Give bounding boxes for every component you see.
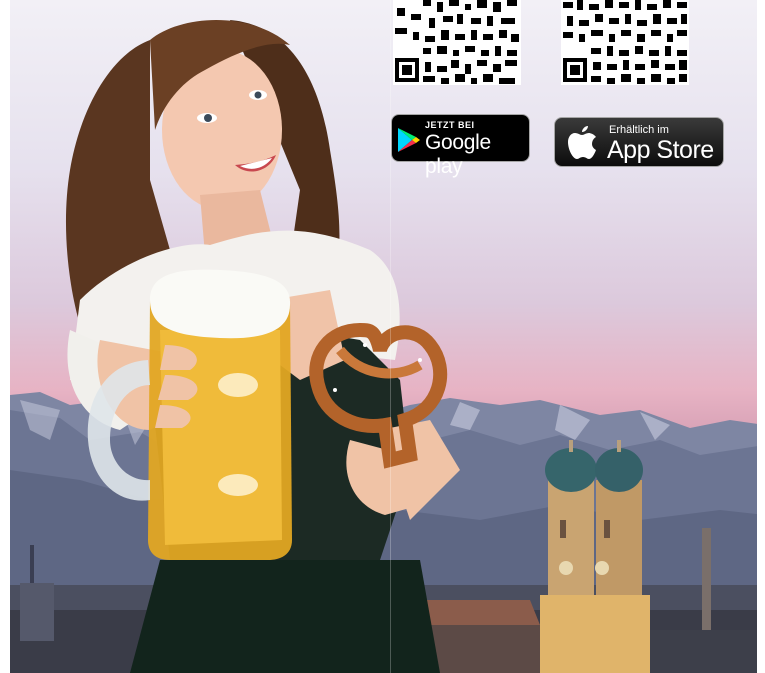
- right-margin: [757, 0, 765, 673]
- qr-code-google-play: [393, 0, 521, 85]
- app-store-label: App Store: [607, 136, 714, 164]
- qr-code-app-store: [561, 0, 689, 85]
- google-play-icon: [398, 128, 420, 157]
- left-margin: [0, 0, 10, 673]
- app-store-badge[interactable]: Erhältlich im App Store: [554, 117, 724, 167]
- google-play-label: Google play: [425, 131, 491, 178]
- apple-icon: [568, 126, 598, 165]
- fold-line: [390, 0, 391, 673]
- app-store-caption: Erhältlich im: [609, 124, 669, 136]
- google-play-caption: JETZT BEI: [425, 120, 475, 130]
- google-play-badge[interactable]: JETZT BEI Google play: [391, 114, 530, 178]
- advert-page: JETZT BEI Google play Erhältlich im App …: [0, 0, 765, 673]
- woman-with-beer-and-pretzel: [65, 20, 460, 673]
